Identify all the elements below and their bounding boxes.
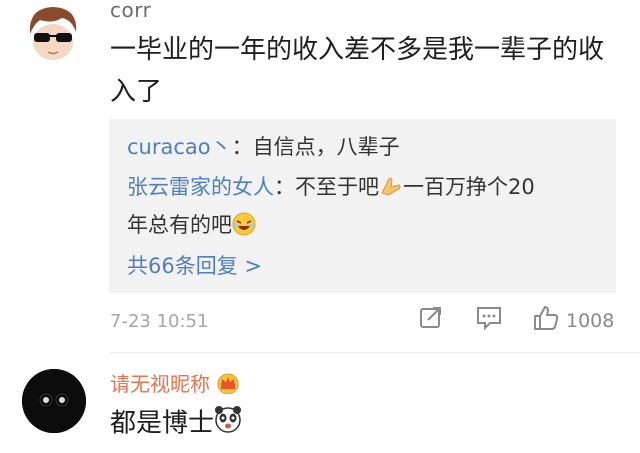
reply-item-continued: 年总有的吧 [127, 209, 256, 241]
comment-divider [110, 352, 640, 353]
hands-together-emoji-icon [379, 175, 403, 202]
username-text[interactable]: 请无视昵称 [110, 372, 210, 396]
reply-text: ：自信点，八辈子 [231, 135, 400, 159]
comment-text-continued: 入了 [110, 77, 163, 107]
avatar-cartoon-sunglasses-icon [22, 2, 84, 64]
thumbs-up-icon[interactable] [532, 304, 560, 336]
comment-text-body: 都是博士 [110, 408, 215, 439]
timestamp: 7-23 10:51 [110, 311, 209, 332]
comment-text: 一毕业的一年的收入差不多是我一辈子的收 [110, 35, 605, 65]
laughing-emoji-icon [232, 212, 256, 241]
share-icon[interactable] [418, 304, 444, 334]
reply-username[interactable]: curacao丶 [127, 135, 232, 159]
reply-item[interactable]: curacao丶：自信点，八辈子 [127, 131, 400, 161]
username[interactable]: corr [110, 0, 151, 22]
panda-emoji-icon [214, 405, 242, 443]
avatar-dark-face-icon [22, 369, 86, 433]
reply-text: 一百万挣个20 [403, 175, 535, 199]
username[interactable]: 请无视昵称 [110, 368, 240, 399]
reply-preview-box[interactable]: curacao丶：自信点，八辈子 张云雷家的女人：不至于吧 一百万挣个20 年总有… [109, 119, 616, 293]
comment-icon[interactable] [475, 304, 503, 336]
avatar-corr[interactable] [22, 2, 84, 64]
reply-item[interactable]: 张云雷家的女人：不至于吧 一百万挣个20 [127, 171, 535, 202]
crown-icon [216, 372, 240, 399]
more-replies-link[interactable]: 共66条回复 > [127, 250, 262, 280]
avatar-user[interactable] [22, 369, 86, 433]
comment-text: 都是博士 [110, 405, 242, 443]
reply-text: 年总有的吧 [127, 213, 232, 237]
reply-username[interactable]: 张云雷家的女人 [127, 175, 274, 199]
like-count: 1008 [566, 310, 615, 332]
reply-text: ：不至于吧 [274, 175, 379, 199]
